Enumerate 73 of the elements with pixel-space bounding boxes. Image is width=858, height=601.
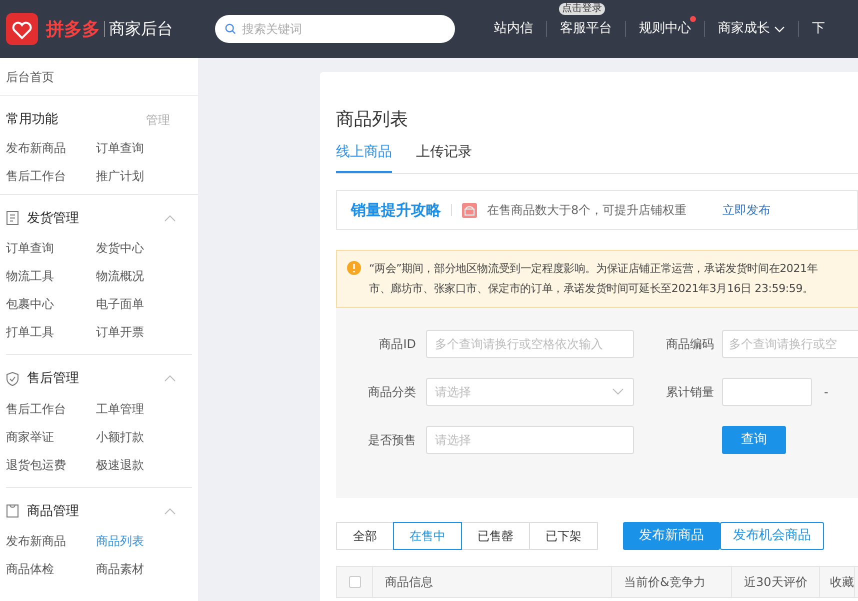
sidebar-link[interactable]: 后台首页	[6, 68, 54, 86]
input-field[interactable]: 多个查询请换行或空	[722, 330, 858, 358]
logo-icon	[6, 13, 38, 45]
filter-label: 商品ID	[378, 336, 416, 353]
nav-link[interactable]: 规则中心	[639, 19, 691, 39]
filter-label: 累计销量	[666, 384, 714, 401]
chevron-icon	[164, 508, 176, 515]
sidebar-link[interactable]: 小额打款	[96, 428, 186, 444]
select-field[interactable]: 请选择	[426, 426, 634, 454]
chevron-icon	[164, 214, 176, 222]
sidebar-link[interactable]: 订单开票	[96, 324, 186, 340]
shield-icon	[6, 372, 19, 386]
search-icon	[225, 23, 236, 35]
sidebar-link[interactable]: 退货包运费	[6, 456, 96, 472]
search-input[interactable]: 搜索关键词	[242, 20, 445, 38]
nav-link[interactable]: 站内信	[494, 19, 533, 39]
sidebar-link[interactable]: 工单管理	[96, 400, 186, 416]
logo-text: 拼多多	[46, 18, 100, 42]
sidebar-link[interactable]: 物流概况	[96, 268, 186, 284]
sidebar-link[interactable]: 打单工具	[6, 324, 96, 340]
column-header: 近30天评价	[744, 574, 808, 591]
range-separator: -	[824, 384, 828, 401]
sidebar-link[interactable]: 订单查询	[96, 140, 186, 156]
status-tab[interactable]: 全部	[336, 522, 394, 550]
login-badge[interactable]: 点击登录	[559, 3, 605, 16]
promo-text: 在售商品数大于8个，可提升店铺权重	[487, 202, 687, 219]
sidebar-link[interactable]: 商家举证	[6, 428, 96, 444]
status-tab[interactable]: 已下架	[529, 522, 598, 550]
sidebar-link[interactable]: 售后工作台	[6, 400, 96, 416]
app-title: 商家后台	[109, 18, 173, 40]
sidebar-link[interactable]: 商品素材	[96, 561, 186, 577]
document-icon	[6, 211, 19, 226]
section-title: 售后管理	[27, 370, 80, 388]
sidebar-link[interactable]: 包裹中心	[6, 296, 96, 312]
section-title: 常用功能	[6, 111, 58, 129]
sidebar-link[interactable]: 推广计划	[96, 168, 186, 184]
filter-label: 商品编码	[666, 336, 714, 353]
tab[interactable]: 上传记录	[416, 142, 472, 173]
input-field[interactable]: 多个查询请换行或空格依次输入	[426, 330, 634, 358]
column-header: 当前价&竞争力	[624, 574, 706, 591]
sidebar-link[interactable]: 订单查询	[6, 240, 96, 256]
sidebar-link[interactable]: 极速退款	[96, 456, 186, 472]
select-field[interactable]: 请选择	[426, 378, 634, 406]
gift-icon	[462, 202, 477, 218]
sidebar-link[interactable]: 发布新商品	[6, 533, 96, 549]
sidebar-link[interactable]: 商品体检	[6, 561, 96, 577]
page-title: 商品列表	[336, 108, 409, 132]
nav-link[interactable]: 下	[812, 19, 825, 39]
filter-label: 是否预售	[367, 432, 416, 449]
promo-title: 销量提升攻略	[351, 200, 441, 221]
notice-text: “两会”期间，部分地区物流受到一定程度影响。为保证店铺正常运营，承诺发货时间在2021年	[369, 261, 818, 277]
sidebar-link[interactable]: 发布新商品	[6, 140, 96, 156]
notice-text: 市、廊坊市、张家口市、保定市的订单，承诺发货时间可延长至2021年3月16日 23:59:59。	[369, 281, 814, 297]
section-title: 发货管理	[27, 210, 80, 228]
section-title: 商品管理	[27, 502, 80, 520]
nav-link[interactable]: 客服平台	[560, 19, 612, 39]
bag-icon	[6, 504, 19, 518]
warning-icon	[347, 261, 361, 275]
input-field[interactable]	[722, 378, 812, 406]
sidebar-link[interactable]: 发货中心	[96, 240, 186, 256]
sidebar-link[interactable]: 物流工具	[6, 268, 96, 284]
nav-link[interactable]: 商家成长	[718, 19, 770, 39]
column-header: 收藏	[830, 574, 854, 591]
status-tab[interactable]: 已售罄	[461, 522, 530, 550]
filter-label: 商品分类	[367, 384, 416, 401]
chevron-icon	[164, 375, 176, 382]
sidebar-link[interactable]: 售后工作台	[6, 168, 96, 184]
chevron-down-icon	[612, 388, 624, 395]
publish-link[interactable]: 立即发布	[722, 201, 771, 219]
sidebar-link[interactable]: 电子面单	[96, 296, 186, 312]
search-bar[interactable]: 搜索关键词	[215, 15, 455, 43]
checkbox[interactable]	[348, 576, 360, 588]
column-header: 商品信息	[385, 574, 433, 591]
